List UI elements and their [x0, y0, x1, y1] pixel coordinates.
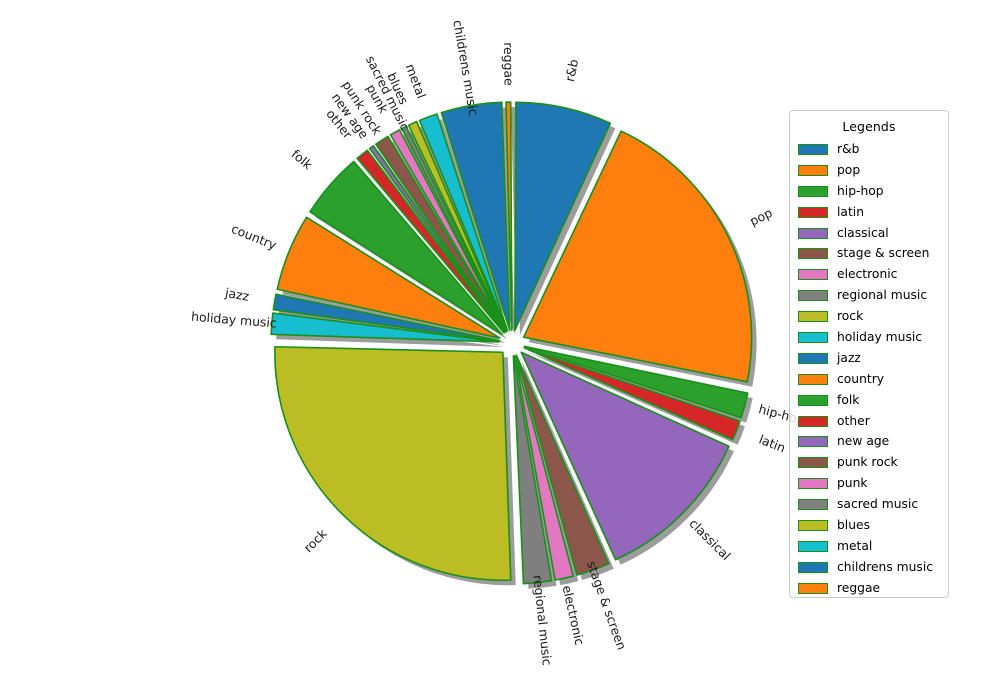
pie-wedge-label: jazz: [223, 285, 250, 304]
legend-item[interactable]: classical: [798, 223, 940, 244]
legend-swatch-icon: [798, 478, 828, 490]
legend-swatch-icon: [798, 540, 828, 552]
legend-swatch-icon: [798, 582, 828, 594]
legend-item[interactable]: metal: [798, 536, 940, 557]
pie-chart-figure: r&b pop hip-hop latin classical stage & scree…: [0, 0, 1000, 700]
legend-swatch-icon: [798, 561, 828, 573]
legend-item[interactable]: hip-hop: [798, 181, 940, 202]
legend-swatch-icon: [798, 185, 828, 197]
pie-wedge-label: electronic: [560, 584, 588, 647]
legend-item-label: pop: [837, 162, 861, 177]
pie-wedge-label: classical: [686, 516, 733, 563]
pie-wedge-label: latin: [757, 432, 788, 456]
legend-item-label: other: [837, 413, 870, 428]
legend-item[interactable]: reggae: [798, 578, 940, 599]
legend-item-label: holiday music: [837, 329, 923, 344]
legend-item[interactable]: pop: [798, 160, 940, 181]
pie-wedge-label: stage & screen: [584, 559, 630, 652]
legend-item-label: sacred music: [837, 497, 919, 512]
legend-item[interactable]: jazz: [798, 348, 940, 369]
legend-item[interactable]: rock: [798, 306, 940, 327]
legend-swatch-icon: [798, 227, 828, 239]
legend-swatch-icon: [798, 373, 828, 385]
legend-item-label: hip-hop: [837, 183, 884, 198]
legend-swatch-icon: [798, 206, 828, 218]
legend-item[interactable]: stage & screen: [798, 243, 940, 264]
legend-item[interactable]: regional music: [798, 285, 940, 306]
legend-item-label: electronic: [837, 267, 898, 282]
pie-wedge-label: childrens music: [450, 19, 481, 117]
legend-item[interactable]: punk: [798, 473, 940, 494]
legend-swatch-icon: [798, 290, 828, 302]
legend-swatch-icon: [798, 331, 828, 343]
legend-item-label: regional music: [837, 288, 928, 303]
pie-wedge-label: country: [229, 221, 279, 253]
pie-wedge-label: rock: [300, 525, 330, 555]
legend-item-label: punk rock: [837, 455, 898, 470]
legend-item[interactable]: folk: [798, 390, 940, 411]
legend-item-label: classical: [837, 225, 889, 240]
legend-item-label: r&b: [837, 141, 860, 156]
legend-item-label: country: [837, 371, 885, 386]
pie-wedge-label: holiday music: [191, 309, 278, 331]
legend-swatch-icon: [798, 415, 828, 427]
legend-swatch-icon: [798, 499, 828, 511]
pie-wedge-label: pop: [747, 205, 775, 229]
legend-item[interactable]: other: [798, 411, 940, 432]
legend-item-label: blues: [837, 517, 870, 532]
pie-wedge-label: folk: [289, 146, 316, 173]
legend-item-label: reggae: [837, 580, 881, 595]
legend-swatch-icon: [798, 269, 828, 281]
pie-wedge-label: regional music: [530, 574, 555, 666]
legend-item-label: rock: [837, 309, 864, 324]
legend-item[interactable]: electronic: [798, 264, 940, 285]
legend-item[interactable]: latin: [798, 202, 940, 223]
legend-item-label: latin: [837, 204, 864, 219]
legend-swatch-icon: [798, 311, 828, 323]
legend-item-label: childrens music: [837, 559, 934, 574]
legend-items: r&b pop hip-hop latin classical stage & scree…: [798, 139, 940, 599]
legend-item[interactable]: punk rock: [798, 452, 940, 473]
legend-swatch-icon: [798, 143, 828, 155]
legend-item[interactable]: r&b: [798, 139, 940, 160]
legend-swatch-icon: [798, 457, 828, 469]
legend-swatch-icon: [798, 164, 828, 176]
pie-wedge-label: r&b: [562, 58, 582, 83]
legend-item[interactable]: new age: [798, 431, 940, 452]
legend-item-label: new age: [837, 434, 890, 449]
legend-swatch-icon: [798, 248, 828, 260]
legend-item-label: metal: [837, 538, 873, 553]
legend-item[interactable]: blues: [798, 515, 940, 536]
legend-item-label: stage & screen: [837, 246, 930, 261]
legend-item[interactable]: country: [798, 369, 940, 390]
legend-swatch-icon: [798, 394, 828, 406]
legend-item[interactable]: holiday music: [798, 327, 940, 348]
legend-item-label: punk: [837, 476, 868, 491]
legend-title: Legends: [842, 119, 896, 134]
legend-item[interactable]: sacred music: [798, 494, 940, 515]
legend-swatch-icon: [798, 352, 828, 364]
legend-swatch-icon: [798, 519, 828, 531]
pie-wedge-label: reggae: [501, 42, 517, 86]
legend-panel[interactable]: Legends r&b pop hip-hop latin classical stage…: [789, 110, 949, 598]
legend-item-label: folk: [837, 392, 860, 407]
legend-item[interactable]: childrens music: [798, 557, 940, 578]
legend-item-label: jazz: [837, 350, 861, 365]
legend-swatch-icon: [798, 436, 828, 448]
